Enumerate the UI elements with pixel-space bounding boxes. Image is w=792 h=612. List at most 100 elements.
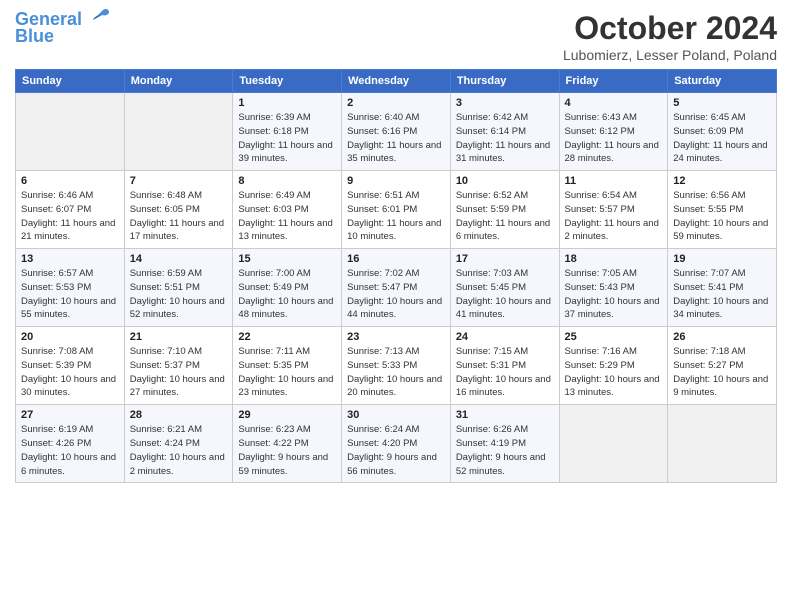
calendar-cell [668,405,777,483]
calendar-cell: 18 Sunrise: 7:05 AM Sunset: 5:43 PM Dayli… [559,249,668,327]
calendar-cell: 1 Sunrise: 6:39 AM Sunset: 6:18 PM Daylig… [233,93,342,171]
day-number: 5 [673,97,771,109]
day-info: Sunrise: 6:42 AM Sunset: 6:14 PM Dayligh… [456,111,554,166]
calendar-cell: 19 Sunrise: 7:07 AM Sunset: 5:41 PM Dayli… [668,249,777,327]
day-info: Sunrise: 6:45 AM Sunset: 6:09 PM Dayligh… [673,111,771,166]
weekday-header: Thursday [450,70,559,93]
weekday-header: Friday [559,70,668,93]
calendar-cell: 27 Sunrise: 6:19 AM Sunset: 4:26 PM Dayli… [16,405,125,483]
day-number: 1 [238,97,336,109]
weekday-header: Monday [124,70,233,93]
day-number: 7 [130,175,228,187]
day-info: Sunrise: 6:46 AM Sunset: 6:07 PM Dayligh… [21,189,119,244]
day-info: Sunrise: 7:15 AM Sunset: 5:31 PM Dayligh… [456,345,554,400]
day-info: Sunrise: 6:51 AM Sunset: 6:01 PM Dayligh… [347,189,445,244]
calendar-cell: 23 Sunrise: 7:13 AM Sunset: 5:33 PM Dayli… [342,327,451,405]
calendar-cell: 26 Sunrise: 7:18 AM Sunset: 5:27 PM Dayli… [668,327,777,405]
calendar-week-row: 20Sunrise: 7:08 AM Sunset: 5:39 PM Dayli… [16,327,777,405]
day-info: Sunrise: 7:05 AM Sunset: 5:43 PM Dayligh… [565,267,663,322]
day-number: 13 [21,253,119,265]
day-info: Sunrise: 7:10 AM Sunset: 5:37 PM Dayligh… [130,345,228,400]
day-info: Sunrise: 6:39 AM Sunset: 6:18 PM Dayligh… [238,111,336,166]
day-number: 17 [456,253,554,265]
calendar-table: SundayMondayTuesdayWednesdayThursdayFrid… [15,69,777,483]
calendar-cell: 21 Sunrise: 7:10 AM Sunset: 5:37 PM Dayli… [124,327,233,405]
day-info: Sunrise: 6:56 AM Sunset: 5:55 PM Dayligh… [673,189,771,244]
calendar-week-row: 13 Sunrise: 6:57 AM Sunset: 5:53 PM Dayli… [16,249,777,327]
day-number: 18 [565,253,663,265]
day-number: 23 [347,331,445,343]
day-number: 8 [238,175,336,187]
day-info: Sunrise: 6:19 AM Sunset: 4:26 PM Dayligh… [21,423,119,478]
weekday-header: Sunday [16,70,125,93]
day-number: 24 [456,331,554,343]
calendar-cell: 7 Sunrise: 6:48 AM Sunset: 6:05 PM Daylig… [124,171,233,249]
day-info: Sunrise: 6:59 AM Sunset: 5:51 PM Dayligh… [130,267,228,322]
day-number: 6 [21,175,119,187]
calendar-cell: 2 Sunrise: 6:40 AM Sunset: 6:16 PM Daylig… [342,93,451,171]
weekday-header: Saturday [668,70,777,93]
calendar-cell: 11 Sunrise: 6:54 AM Sunset: 5:57 PM Dayli… [559,171,668,249]
day-number: 9 [347,175,445,187]
day-info: Sunrise: 6:54 AM Sunset: 5:57 PM Dayligh… [565,189,663,244]
day-info: Sunrise: 6:48 AM Sunset: 6:05 PM Dayligh… [130,189,228,244]
day-number: 16 [347,253,445,265]
calendar-cell [16,93,125,171]
day-info: Sunrise: 6:21 AM Sunset: 4:24 PM Dayligh… [130,423,228,478]
calendar-cell: 29 Sunrise: 6:23 AM Sunset: 4:22 PM Dayli… [233,405,342,483]
calendar-cell: 12 Sunrise: 6:56 AM Sunset: 5:55 PM Dayli… [668,171,777,249]
day-number: 10 [456,175,554,187]
day-info: Sunrise: 6:26 AM Sunset: 4:19 PM Dayligh… [456,423,554,478]
day-number: 22 [238,331,336,343]
calendar-cell: 14 Sunrise: 6:59 AM Sunset: 5:51 PM Dayli… [124,249,233,327]
day-info: Sunrise: 7:07 AM Sunset: 5:41 PM Dayligh… [673,267,771,322]
calendar-cell: 10 Sunrise: 6:52 AM Sunset: 5:59 PM Dayli… [450,171,559,249]
calendar-cell: 17 Sunrise: 7:03 AM Sunset: 5:45 PM Dayli… [450,249,559,327]
day-number: 14 [130,253,228,265]
weekday-header: Wednesday [342,70,451,93]
day-info: Sunrise: 7:13 AM Sunset: 5:33 PM Dayligh… [347,345,445,400]
calendar-cell: 15Sunrise: 7:00 AM Sunset: 5:49 PM Dayli… [233,249,342,327]
day-info: Sunrise: 7:11 AM Sunset: 5:35 PM Dayligh… [238,345,336,400]
day-number: 21 [130,331,228,343]
day-number: 29 [238,409,336,421]
day-info: Sunrise: 6:57 AM Sunset: 5:53 PM Dayligh… [21,267,119,322]
day-number: 12 [673,175,771,187]
day-info: Sunrise: 7:00 AM Sunset: 5:49 PM Dayligh… [238,267,336,322]
day-info: Sunrise: 6:40 AM Sunset: 6:16 PM Dayligh… [347,111,445,166]
calendar-week-row: 6 Sunrise: 6:46 AM Sunset: 6:07 PM Daylig… [16,171,777,249]
day-info: Sunrise: 7:08 AM Sunset: 5:39 PM Dayligh… [21,345,119,400]
day-info: Sunrise: 7:02 AM Sunset: 5:47 PM Dayligh… [347,267,445,322]
calendar-cell: 5 Sunrise: 6:45 AM Sunset: 6:09 PM Daylig… [668,93,777,171]
header: General Blue October 2024 Lubomierz, Les… [15,10,777,63]
day-number: 3 [456,97,554,109]
day-info: Sunrise: 6:23 AM Sunset: 4:22 PM Dayligh… [238,423,336,478]
calendar-cell: 16 Sunrise: 7:02 AM Sunset: 5:47 PM Dayli… [342,249,451,327]
calendar-cell: 28 Sunrise: 6:21 AM Sunset: 4:24 PM Dayli… [124,405,233,483]
calendar-week-row: 1 Sunrise: 6:39 AM Sunset: 6:18 PM Daylig… [16,93,777,171]
day-info: Sunrise: 7:03 AM Sunset: 5:45 PM Dayligh… [456,267,554,322]
page-container: General Blue October 2024 Lubomierz, Les… [0,0,792,493]
day-number: 27 [21,409,119,421]
header-row: SundayMondayTuesdayWednesdayThursdayFrid… [16,70,777,93]
calendar-week-row: 27 Sunrise: 6:19 AM Sunset: 4:26 PM Dayli… [16,405,777,483]
weekday-header: Tuesday [233,70,342,93]
day-number: 31 [456,409,554,421]
calendar-cell: 31 Sunrise: 6:26 AM Sunset: 4:19 PM Dayli… [450,405,559,483]
calendar-cell: 30Sunrise: 6:24 AM Sunset: 4:20 PM Dayli… [342,405,451,483]
day-info: Sunrise: 6:43 AM Sunset: 6:12 PM Dayligh… [565,111,663,166]
day-number: 11 [565,175,663,187]
day-info: Sunrise: 7:18 AM Sunset: 5:27 PM Dayligh… [673,345,771,400]
day-number: 28 [130,409,228,421]
calendar-cell: 9 Sunrise: 6:51 AM Sunset: 6:01 PM Daylig… [342,171,451,249]
calendar-cell: 13 Sunrise: 6:57 AM Sunset: 5:53 PM Dayli… [16,249,125,327]
calendar-cell [124,93,233,171]
month-title: October 2024 [563,10,777,47]
day-number: 19 [673,253,771,265]
day-number: 2 [347,97,445,109]
day-number: 30 [347,409,445,421]
day-number: 26 [673,331,771,343]
calendar-cell: 8Sunrise: 6:49 AM Sunset: 6:03 PM Daylig… [233,171,342,249]
title-block: October 2024 Lubomierz, Lesser Poland, P… [563,10,777,63]
day-info: Sunrise: 6:52 AM Sunset: 5:59 PM Dayligh… [456,189,554,244]
